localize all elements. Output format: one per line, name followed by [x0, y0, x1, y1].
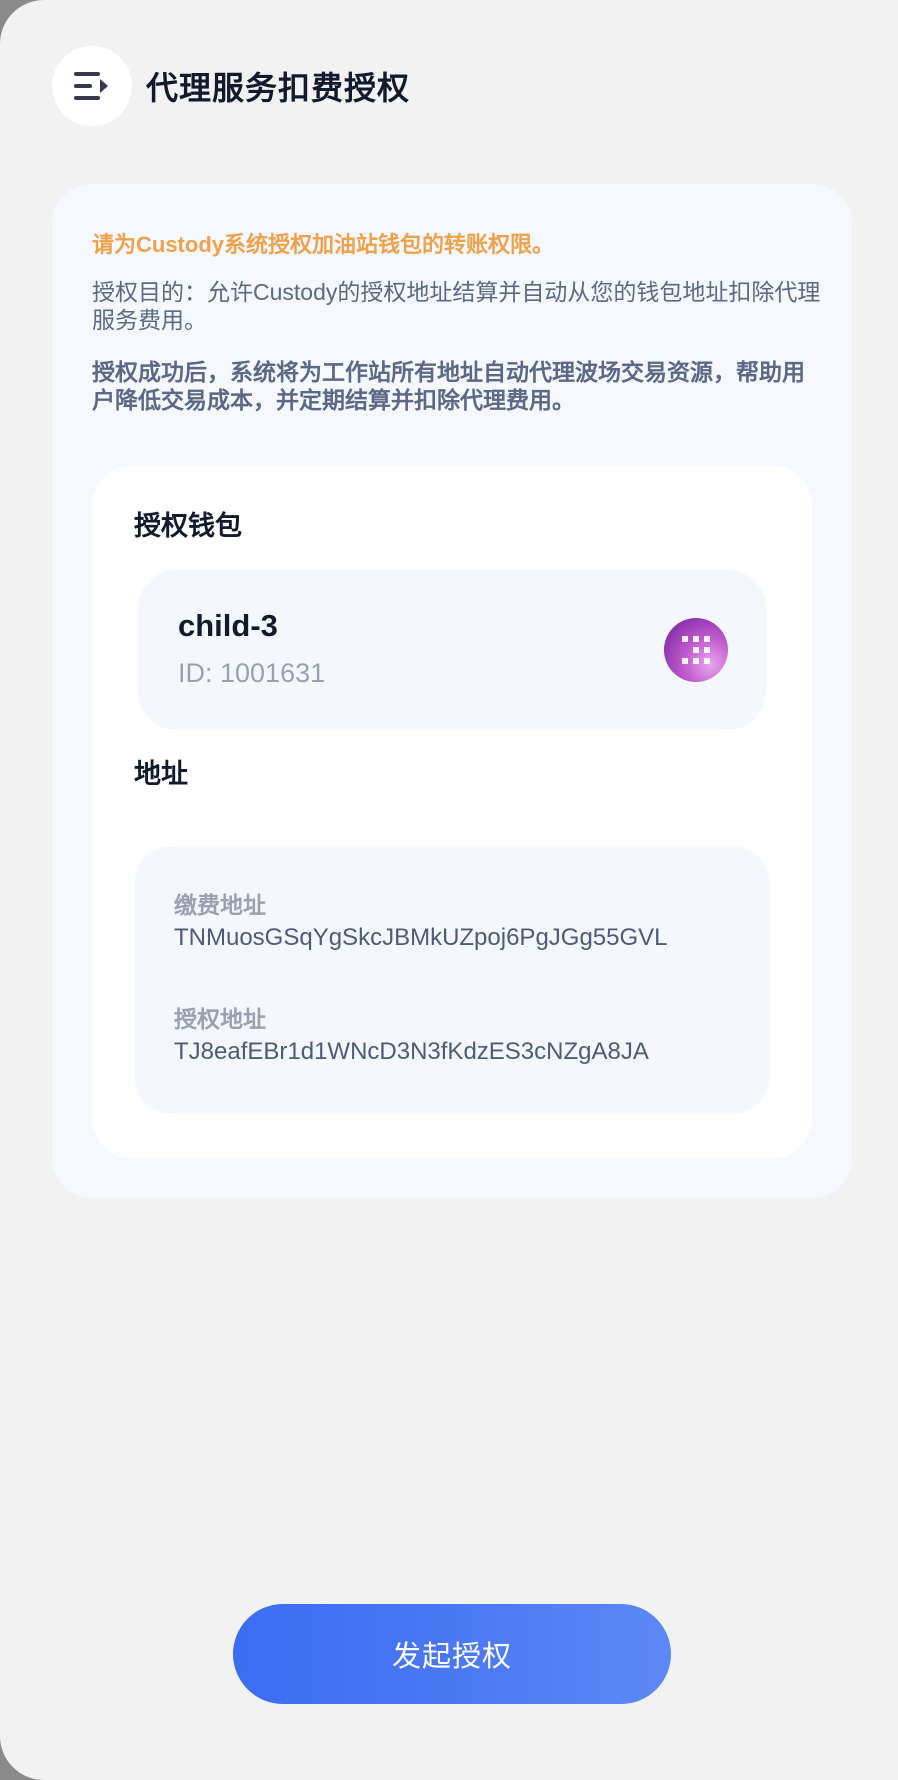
initiate-authorization-button[interactable]: 发起授权: [233, 1604, 671, 1704]
address-box: 缴费地址 TNMuosGSqYgSkcJBMkUZpoj6PgJGg55GVL …: [134, 846, 770, 1114]
wallet-name: child-3: [178, 608, 278, 643]
warning-text: 请为Custody系统授权加油站钱包的转账权限。: [92, 232, 555, 257]
details-panel: 授权钱包 child-3 ID: 1001631 地址 缴费地址 TNMuosG…: [92, 466, 812, 1158]
wallet-selector[interactable]: child-3 ID: 1001631: [138, 570, 766, 730]
wallet-section-label: 授权钱包: [134, 511, 242, 541]
address-section-label: 地址: [134, 759, 188, 789]
wallet-avatar-icon: [664, 618, 728, 682]
fee-address-value: TNMuosGSqYgSkcJBMkUZpoj6PgJGg55GVL: [174, 924, 668, 951]
auth-address-label: 授权地址: [174, 1006, 266, 1032]
effect-text: 授权成功后，系统将为工作站所有地址自动代理波场交易资源，帮助用户降低交易成本，并…: [92, 359, 805, 413]
auth-address-value: TJ8eafEBr1d1WNcD3N3fKdzES3cNZgA8JA: [174, 1038, 649, 1065]
fee-address-label: 缴费地址: [174, 892, 266, 918]
purpose-text: 授权目的：允许Custody的授权地址结算并自动从您的钱包地址扣除代理服务费用。: [92, 279, 821, 333]
page-title: 代理服务扣费授权: [146, 70, 411, 106]
header: 代理服务扣费授权: [52, 46, 410, 126]
menu-button[interactable]: [52, 46, 132, 126]
menu-arrow-icon: [74, 72, 108, 100]
page: 代理服务扣费授权 请为Custody系统授权加油站钱包的转账权限。 授权目的：允…: [0, 0, 898, 1780]
wallet-id: ID: 1001631: [178, 658, 326, 688]
authorization-card: 请为Custody系统授权加油站钱包的转账权限。 授权目的：允许Custody的…: [52, 184, 852, 1198]
